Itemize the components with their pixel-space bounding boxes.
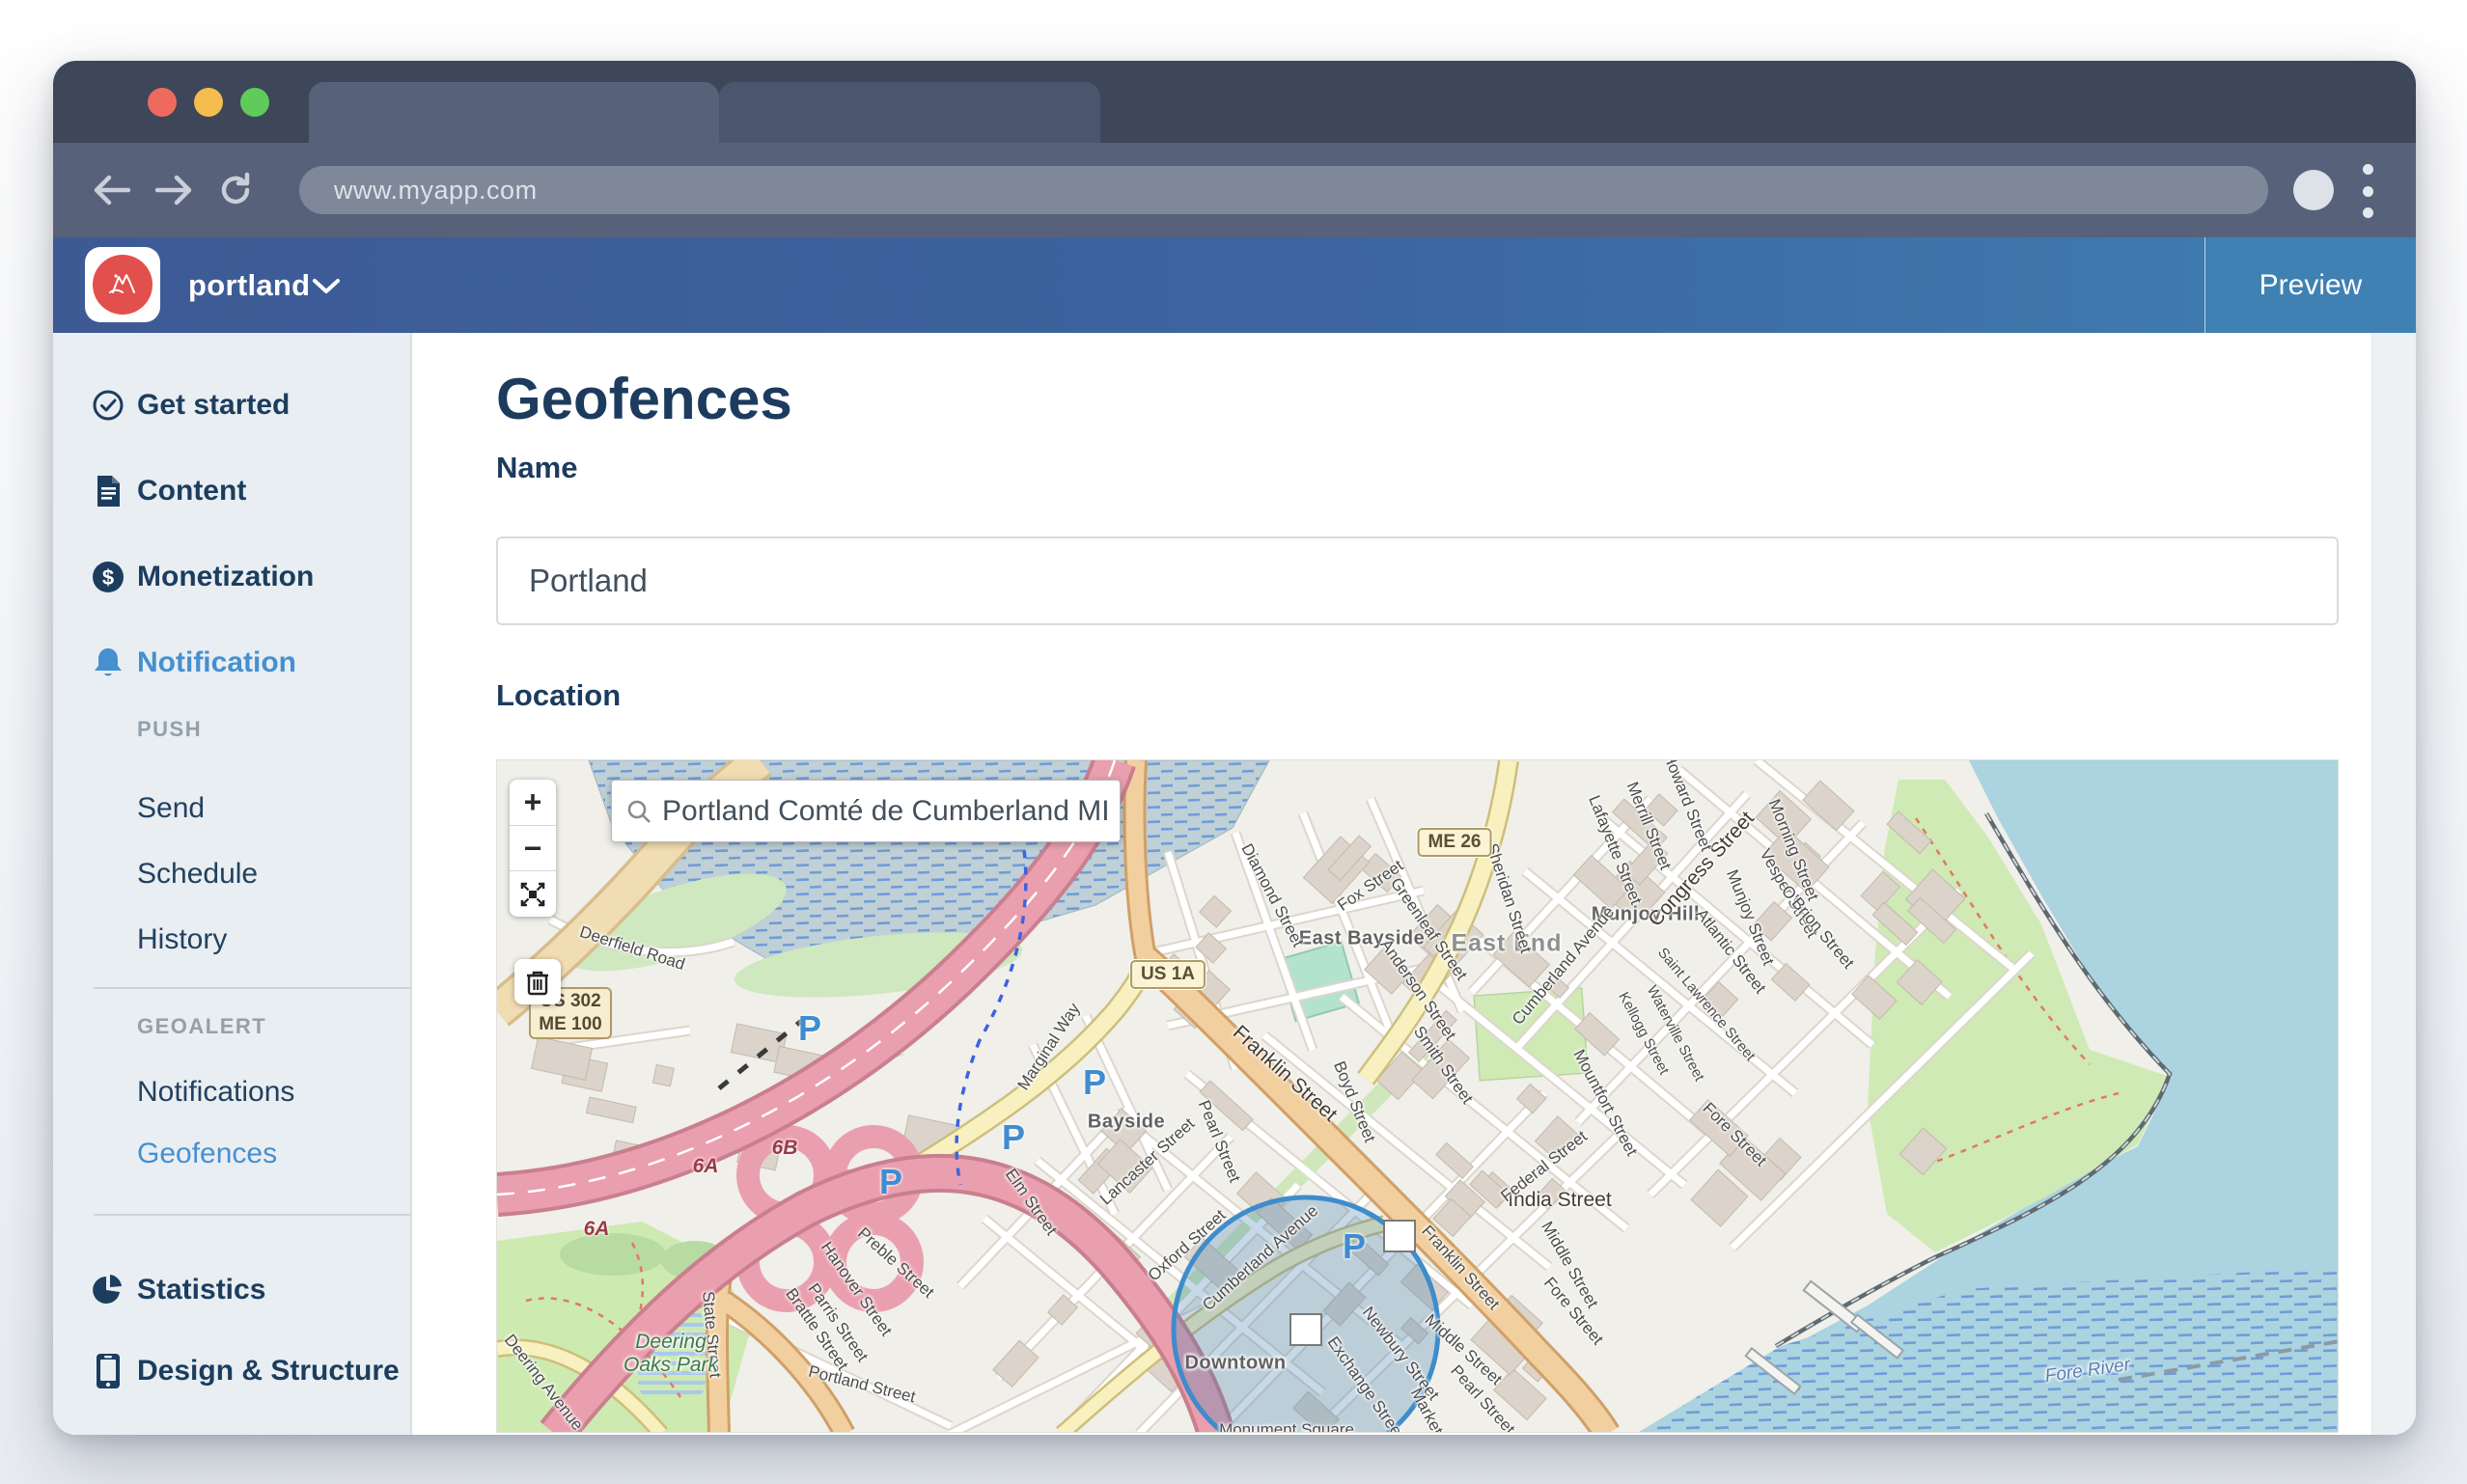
sidebar-item-label: Design & Structure <box>137 1355 400 1388</box>
map-route-badge: ME 26 <box>1418 828 1492 857</box>
reload-icon[interactable] <box>213 168 258 212</box>
sidebar-item-monetization[interactable]: $ Monetization <box>53 550 410 604</box>
smartphone-icon <box>90 1353 126 1389</box>
forward-icon[interactable] <box>152 168 196 212</box>
main-content: Geofences Name Location <box>414 333 2416 1435</box>
close-window-button[interactable] <box>148 88 177 117</box>
sidebar-item-label: Get started <box>137 389 290 422</box>
app-header: portland Preview <box>53 237 2416 333</box>
map-junction-label: 6B <box>772 1137 798 1160</box>
map-street-label: Monument Square <box>1219 1420 1354 1433</box>
dollar-circle-icon: $ <box>90 559 126 595</box>
sidebar-item-label: Statistics <box>137 1274 265 1306</box>
browser-profile-avatar[interactable] <box>2293 170 2334 210</box>
browser-tab-active[interactable] <box>309 82 719 144</box>
map-search-box[interactable] <box>611 780 1121 842</box>
fullscreen-button[interactable] <box>510 871 556 917</box>
parking-marker: P <box>798 1008 821 1049</box>
sidebar: Get started Content $ Monetization Notif… <box>53 333 412 1435</box>
sidebar-item-get-started[interactable]: Get started <box>53 378 410 432</box>
map-junction-label: 6A <box>584 1218 610 1241</box>
geofence-radius-handle[interactable] <box>1383 1220 1416 1252</box>
url-bar[interactable]: www.myapp.com <box>299 166 2268 214</box>
sidebar-divider <box>94 987 410 989</box>
sidebar-item-geofences[interactable]: Geofences <box>53 1127 410 1181</box>
zoom-out-button[interactable]: − <box>510 826 556 872</box>
map-street-label: East End <box>1452 930 1563 958</box>
geofence-center-handle[interactable] <box>1289 1313 1322 1346</box>
geofence-map[interactable]: Deerfield RoadMarginal WayBaysideEast Ba… <box>496 759 2339 1433</box>
zoom-in-button[interactable]: + <box>510 780 556 826</box>
delete-geofence-button[interactable] <box>514 959 561 1004</box>
sidebar-item-design-structure[interactable]: Design & Structure <box>53 1344 410 1398</box>
back-icon[interactable] <box>90 168 134 212</box>
map-canvas <box>497 760 2339 1433</box>
location-label: Location <box>496 678 621 713</box>
map-search-input[interactable] <box>662 795 1116 828</box>
workspace-name[interactable]: portland <box>188 237 310 333</box>
sidebar-item-notification[interactable]: Notification <box>53 636 410 690</box>
scroll-gutter[interactable] <box>2371 333 2416 1435</box>
sidebar-section-geoalert: GEOALERT <box>137 1014 266 1039</box>
name-label: Name <box>496 451 577 485</box>
browser-titlebar <box>53 61 2416 143</box>
trash-icon <box>525 969 550 996</box>
parking-marker: P <box>1343 1226 1366 1267</box>
search-icon <box>625 798 652 825</box>
sidebar-item-notifications[interactable]: Notifications <box>53 1065 410 1119</box>
sidebar-item-content[interactable]: Content <box>53 464 410 518</box>
name-input[interactable] <box>496 536 2339 625</box>
map-street-label: East Bayside <box>1299 928 1426 950</box>
map-route-badge: US 1A <box>1130 960 1206 989</box>
check-circle-icon <box>90 387 126 424</box>
portland-logo-icon <box>93 255 152 315</box>
map-street-label: Bayside <box>1088 1112 1165 1134</box>
map-street-label: Downtown <box>1184 1353 1286 1375</box>
minimize-window-button[interactable] <box>194 88 223 117</box>
document-icon <box>90 473 126 509</box>
sidebar-divider <box>94 1214 410 1216</box>
sidebar-section-push: PUSH <box>137 717 202 742</box>
page-title: Geofences <box>496 366 792 432</box>
bell-icon <box>90 645 126 681</box>
parking-marker: P <box>1083 1062 1106 1103</box>
browser-window: www.myapp.com portland Preview <box>53 61 2416 1435</box>
sidebar-item-label: Notification <box>137 646 296 679</box>
parking-marker: P <box>879 1162 902 1202</box>
parking-marker: P <box>1002 1117 1025 1158</box>
sidebar-item-label: Content <box>137 475 246 508</box>
sidebar-item-send[interactable]: Send <box>53 782 410 836</box>
url-text: www.myapp.com <box>334 176 538 206</box>
preview-button[interactable]: Preview <box>2204 237 2416 333</box>
pie-chart-icon <box>90 1272 126 1308</box>
sidebar-item-statistics[interactable]: Statistics <box>53 1263 410 1317</box>
sidebar-item-schedule[interactable]: Schedule <box>53 847 410 901</box>
browser-toolbar: www.myapp.com <box>53 143 2416 237</box>
browser-tab-inactive[interactable] <box>719 82 1100 144</box>
fullscreen-icon <box>520 882 545 907</box>
map-zoom-control: + − <box>510 780 556 917</box>
chevron-down-icon[interactable] <box>312 278 341 300</box>
maximize-window-button[interactable] <box>240 88 269 117</box>
svg-text:$: $ <box>102 565 114 590</box>
browser-menu-icon[interactable] <box>2358 164 2377 218</box>
sidebar-item-label: Monetization <box>137 561 314 593</box>
map-park-label: DeeringOaks Park <box>624 1331 718 1377</box>
map-junction-label: 6A <box>693 1155 719 1178</box>
sidebar-item-history[interactable]: History <box>53 913 410 967</box>
workspace-logo[interactable] <box>85 247 160 322</box>
